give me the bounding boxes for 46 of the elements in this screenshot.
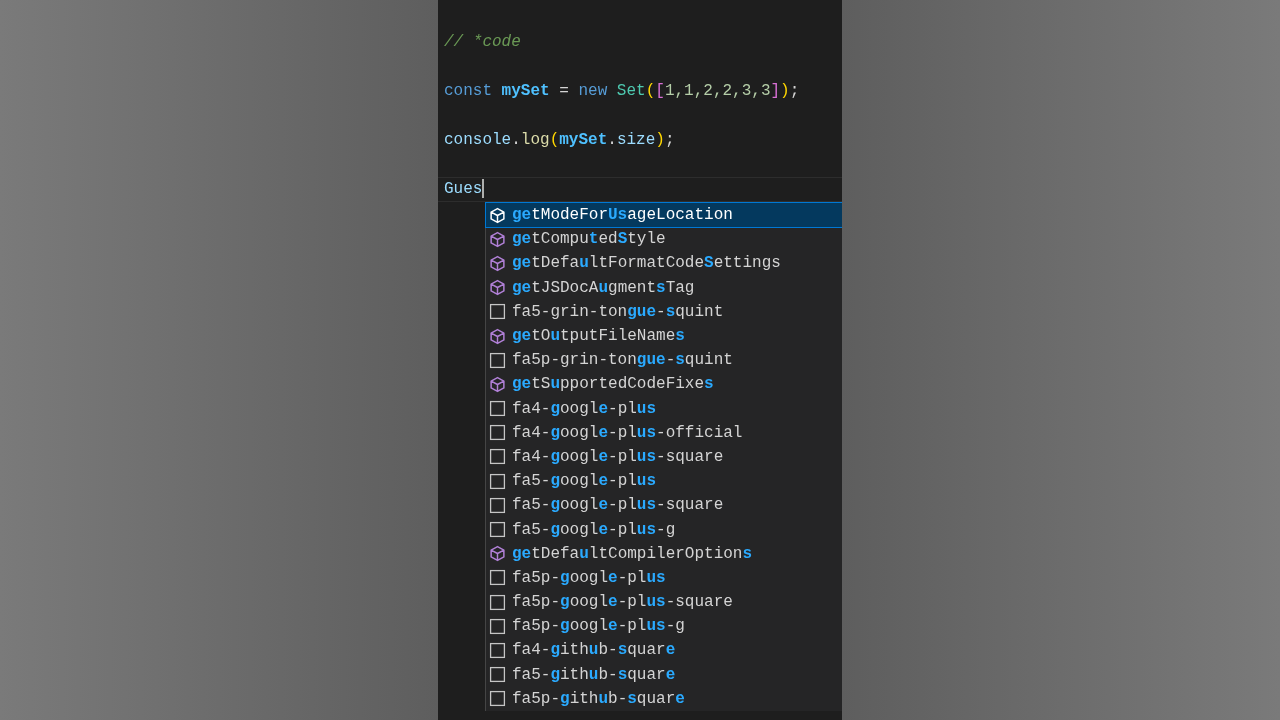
cube-icon — [489, 206, 506, 224]
suggestion-item[interactable]: fa5p-google-plus-g — [486, 614, 842, 639]
suggestion-item[interactable]: fa5-google-plus-g — [486, 517, 842, 542]
square-icon — [489, 424, 506, 442]
code-line: console.log(mySet.size); — [444, 131, 675, 149]
suggestion-item[interactable]: fa4-github-square — [486, 638, 842, 663]
square-icon — [489, 448, 506, 466]
suggestion-item[interactable]: fa5-google-plus — [486, 469, 842, 494]
cube-icon — [489, 230, 506, 248]
suggestion-item[interactable]: getDefaultCompilerOptions — [486, 541, 842, 566]
suggestion-item[interactable]: fa4-google-plus-official — [486, 420, 842, 445]
suggestion-item[interactable]: fa5p-google-plus-square — [486, 590, 842, 615]
square-icon — [489, 400, 506, 418]
cube-icon — [489, 375, 506, 393]
suggestion-item[interactable]: getJSDocAugmentsTag — [486, 275, 842, 300]
cube-icon — [489, 254, 506, 272]
suggestion-item[interactable]: fa5p-google-plus — [486, 565, 842, 590]
square-icon — [489, 351, 506, 369]
suggestion-item[interactable]: getSupportedCodeFixes — [486, 372, 842, 397]
square-icon — [489, 303, 506, 321]
cube-icon — [489, 327, 506, 345]
code-line: // *code — [444, 33, 521, 51]
square-icon — [489, 472, 506, 490]
suggestion-item[interactable]: getDefaultFormatCodeSettings — [486, 251, 842, 276]
square-icon — [489, 496, 506, 514]
square-icon — [489, 690, 506, 708]
suggestion-item[interactable]: fa4-google-plus — [486, 396, 842, 421]
square-icon — [489, 666, 506, 684]
code-line: Gues — [444, 180, 485, 198]
suggestion-item[interactable]: fa4-google-plus-square — [486, 444, 842, 470]
suggestion-item[interactable]: fa5p-grin-tongue-squint — [486, 348, 842, 373]
suggestion-item[interactable]: getOutputFileNames — [486, 323, 842, 349]
suggestion-item[interactable]: fa5p-github-square — [486, 686, 842, 711]
cube-icon — [489, 279, 506, 297]
suggestion-item[interactable]: fa5-grin-tongue-squint — [486, 299, 842, 324]
square-icon — [489, 641, 506, 659]
square-icon — [489, 593, 506, 611]
square-icon — [489, 569, 506, 587]
square-icon — [489, 521, 506, 539]
suggestion-item[interactable]: getModeForUsageLocation — [486, 203, 842, 228]
suggestion-item[interactable]: fa5-github-square — [486, 662, 842, 687]
square-icon — [489, 617, 506, 635]
code-line: const mySet = new Set([1,1,2,2,3,3]); — [444, 82, 800, 100]
suggestion-item[interactable]: fa5-google-plus-square — [486, 493, 842, 518]
suggestion-item[interactable]: getComputedStyle — [486, 227, 842, 252]
cube-icon — [489, 545, 506, 563]
